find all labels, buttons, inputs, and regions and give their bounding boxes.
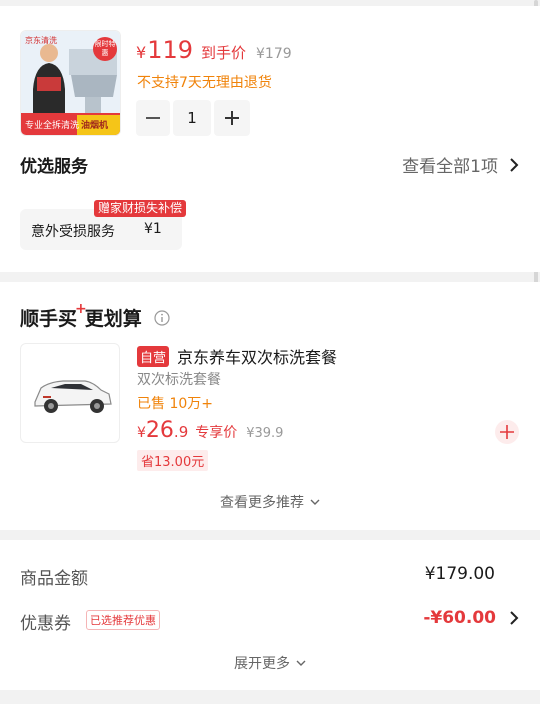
coupon-selector[interactable]: -¥60.00 (423, 608, 520, 628)
product-image-banner: 专业全拆清洗 (25, 121, 80, 131)
goods-amount-value: ¥179.00 (424, 564, 495, 584)
chevron-right-icon (510, 157, 519, 172)
more-recommend-link[interactable]: 查看更多推荐 (0, 492, 540, 512)
product-card: 京东清洗 限时特惠 专业全拆清洗 油烟机 ¥ 119 到手价 ¥179 不支持7… (0, 6, 540, 272)
gift-tag: 赠家财损失补偿 (94, 200, 187, 217)
price-currency: ¥ (136, 43, 147, 62)
price-row: ¥ 119 到手价 ¥179 (136, 36, 292, 64)
more-recommend-label: 查看更多推荐 (220, 495, 304, 511)
addon-price-dec: .9 (173, 423, 189, 441)
expand-more-label: 展开更多 (234, 656, 290, 672)
info-icon[interactable] (154, 309, 170, 326)
chevron-down-icon (296, 660, 306, 666)
addon-sold: 已售 10万+ (137, 396, 213, 412)
coupon-tag: 已选推荐优惠 (86, 610, 160, 630)
chevron-right-icon (510, 611, 519, 625)
car-photo (34, 380, 112, 413)
addon-price-int: 26 (145, 418, 174, 443)
services-title: 优选服务 (20, 157, 88, 177)
price-value: 119 (147, 36, 193, 64)
return-policy: 不支持7天无理由退货 (137, 75, 272, 91)
addon-currency: ¥ (137, 425, 146, 441)
plus-mark-icon: + (75, 300, 87, 317)
view-all-label: 查看全部1项 (402, 157, 498, 177)
expand-more-link[interactable]: 展开更多 (0, 653, 540, 673)
product-brand-text: 京东清洗 (25, 36, 57, 45)
minus-icon (146, 117, 160, 119)
decrease-button[interactable] (136, 100, 170, 136)
product-image[interactable]: 京东清洗 限时特惠 专业全拆清洗 油烟机 (20, 30, 121, 136)
plus-icon (225, 111, 239, 125)
plus-icon (500, 425, 514, 439)
self-operated-badge: 自营 (137, 345, 170, 367)
addon-title-row: 自营 京东养车双次标洗套餐 (137, 344, 337, 368)
product-image-badge: 限时特惠 (93, 37, 117, 61)
addon-price-row: ¥ 26 .9 专享价 ¥39.9 (137, 418, 283, 443)
addon-title-part1: 顺手买 (20, 308, 78, 330)
addon-card: 顺手买 + 更划算 自营 京东养车双次标洗套餐 双次标洗套餐 已售 10万+ ¥… (0, 282, 540, 530)
addon-original-price: ¥39.9 (246, 426, 284, 441)
service-label: 意外受损服务 (31, 224, 115, 240)
addon-spec: 双次标洗套餐 (137, 372, 221, 388)
quantity-field[interactable]: 1 (173, 100, 211, 136)
view-all-services[interactable]: 查看全部1项 (402, 152, 520, 177)
service-price: ¥1 (144, 221, 162, 237)
coupon-label: 优惠券 (20, 614, 71, 634)
addon-title-part2: 更划算 (84, 308, 142, 330)
summary-card: 商品金额 ¥179.00 优惠券 已选推荐优惠 -¥60.00 展开更多 (0, 540, 540, 690)
addon-price-label: 专享价 (195, 425, 238, 441)
goods-amount-label: 商品金额 (20, 569, 88, 589)
saving-tag: 省13.00元 (137, 450, 209, 471)
product-image-category: 油烟机 (81, 121, 109, 131)
addon-name[interactable]: 京东养车双次标洗套餐 (177, 344, 337, 368)
add-addon-button[interactable] (495, 420, 519, 444)
addon-title: 顺手买 + 更划算 (20, 300, 170, 331)
price-label: 到手价 (201, 44, 247, 62)
coupon-value: -¥60.00 (423, 608, 496, 628)
chevron-down-icon (310, 499, 320, 505)
addon-image[interactable] (20, 343, 120, 443)
original-price: ¥179 (256, 46, 292, 62)
increase-button[interactable] (214, 100, 250, 136)
